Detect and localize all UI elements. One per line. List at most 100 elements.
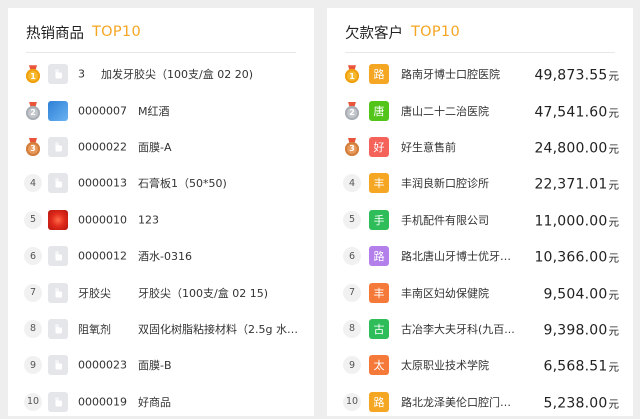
rank-medal-icon: 2 xyxy=(24,101,42,120)
debt-amount-value: 47,541.60 xyxy=(534,104,608,121)
rank-number: 2 xyxy=(345,105,359,120)
customer-row[interactable]: 8 古古冶李大夫牙科(九百... 9,398.00元 xyxy=(327,311,633,347)
customer-row[interactable]: 2 唐唐山二十二治医院 47,541.60元 xyxy=(327,92,633,128)
customer-avatar-badge: 好 xyxy=(369,136,389,157)
customer-avatar-badge: 丰 xyxy=(369,173,389,194)
currency-unit: 元 xyxy=(608,325,620,338)
customer-name: 路北龙泽美伦口腔门诊... xyxy=(401,395,519,409)
rank-number: 9 xyxy=(343,356,361,375)
product-code: 0000013 xyxy=(78,176,127,190)
customer-avatar-badge: 唐 xyxy=(369,100,389,121)
debt-amount: 49,873.55元 xyxy=(534,65,619,84)
debt-amount: 6,568.51元 xyxy=(544,356,619,375)
customer-avatar-badge: 太 xyxy=(369,355,389,376)
hot-products-panel: 热销商品 TOP10 1 3 加发牙胶尖（100支/盒 02 20) 2 0000007… xyxy=(8,8,314,416)
rank-number: 1 xyxy=(345,69,359,84)
product-code: 3 xyxy=(78,67,85,81)
currency-unit: 元 xyxy=(608,289,620,302)
product-placeholder-icon xyxy=(48,136,68,157)
product-row[interactable]: 2 0000007 M红酒 xyxy=(8,92,314,128)
debt-amount-value: 11,000.00 xyxy=(534,213,608,230)
rank-medal-icon: 2 xyxy=(343,101,361,120)
hot-products-list: 1 3 加发牙胶尖（100支/盒 02 20) 2 0000007 M红酒 3 0000022… xyxy=(8,56,314,419)
rank-number: 7 xyxy=(24,283,42,302)
customer-name: 路北唐山牙博士优牙口... xyxy=(401,250,519,264)
product-row[interactable]: 10 0000019 好商品 xyxy=(8,384,314,419)
product-row[interactable]: 8 阻氧剂 双固化树脂粘接材料（2.5g 水溶性... xyxy=(8,311,314,347)
product-row[interactable]: 4 0000013 石膏板1（50*50) xyxy=(8,165,314,201)
product-name: 酒水-0316 xyxy=(138,250,192,264)
product-code: 0000007 xyxy=(78,104,127,118)
wine-bottle-thumbnail xyxy=(48,100,68,121)
currency-unit: 元 xyxy=(608,216,620,229)
rank-number: 3 xyxy=(26,141,40,156)
rank-medal-icon: 1 xyxy=(343,65,361,84)
product-name: 123 xyxy=(138,213,159,227)
customer-row[interactable]: 1 路路南牙博士口腔医院 49,873.55元 xyxy=(327,56,633,92)
medal-gold-icon: 1 xyxy=(345,65,359,84)
product-row[interactable]: 3 0000022 面膜-A xyxy=(8,129,314,165)
customer-row[interactable]: 10 路路北龙泽美伦口腔门诊... 5,238.00元 xyxy=(327,384,633,419)
debt-customers-divider xyxy=(345,52,615,53)
medal-silver-icon: 2 xyxy=(26,101,40,120)
customer-row[interactable]: 3 好好生意售前 24,800.00元 xyxy=(327,129,633,165)
product-name: 好商品 xyxy=(138,395,171,409)
product-name: 双固化树脂粘接材料（2.5g 水溶性... xyxy=(138,322,306,336)
rank-number: 5 xyxy=(343,210,361,229)
rank-medal-icon: 3 xyxy=(24,137,42,156)
customer-row[interactable]: 6 路路北唐山牙博士优牙口... 10,366.00元 xyxy=(327,238,633,274)
red-flower-thumbnail xyxy=(48,209,68,230)
customer-row[interactable]: 5 手手机配件有限公司 11,000.00元 xyxy=(327,202,633,238)
product-name: 加发牙胶尖（100支/盒 02 20) xyxy=(101,68,253,82)
product-row[interactable]: 9 0000023 面膜-B xyxy=(8,347,314,383)
customer-name: 手机配件有限公司 xyxy=(401,213,489,227)
product-code: 0000012 xyxy=(78,249,127,263)
rank-medal-icon: 1 xyxy=(24,65,42,84)
customer-row[interactable]: 7 丰丰南区妇幼保健院 9,504.00元 xyxy=(327,274,633,310)
customer-avatar-badge: 古 xyxy=(369,318,389,339)
customer-name: 丰润良新口腔诊所 xyxy=(401,177,489,191)
debt-amount: 9,504.00元 xyxy=(544,283,619,302)
product-code: 0000022 xyxy=(78,140,127,154)
product-row[interactable]: 5 0000010 123 xyxy=(8,202,314,238)
medal-silver-icon: 2 xyxy=(345,101,359,120)
product-placeholder-icon xyxy=(48,64,68,85)
product-placeholder-icon xyxy=(48,318,68,339)
hot-products-header: 热销商品 TOP10 xyxy=(26,20,141,44)
product-name: 面膜-A xyxy=(138,140,172,154)
debt-customers-list: 1 路路南牙博士口腔医院 49,873.55元 2 唐唐山二十二治医院 47,541.60… xyxy=(327,56,633,419)
product-placeholder-icon xyxy=(48,173,68,194)
customer-name: 唐山二十二治医院 xyxy=(401,104,489,118)
customer-avatar-badge: 路 xyxy=(369,246,389,267)
product-name: 牙胶尖（100支/盒 02 15) xyxy=(138,286,268,300)
debt-customers-panel: 欠款客户 TOP10 1 路路南牙博士口腔医院 49,873.55元 2 唐唐山二十二治… xyxy=(327,8,633,416)
debt-amount-value: 5,238.00 xyxy=(543,395,608,412)
customer-name: 好生意售前 xyxy=(401,140,456,154)
product-code: 0000010 xyxy=(78,213,127,227)
rank-number: 6 xyxy=(343,247,361,266)
currency-unit: 元 xyxy=(608,361,620,374)
product-code: 0000019 xyxy=(78,395,127,409)
debt-amount: 5,238.00元 xyxy=(544,392,619,411)
debt-amount-value: 10,366.00 xyxy=(534,249,608,266)
customer-row[interactable]: 9 太太原职业技术学院 6,568.51元 xyxy=(327,347,633,383)
medal-bronze-icon: 3 xyxy=(26,137,40,156)
debt-amount: 9,398.00元 xyxy=(544,319,619,338)
debt-customers-header: 欠款客户 TOP10 xyxy=(345,20,460,44)
customer-name: 丰南区妇幼保健院 xyxy=(401,286,489,300)
customer-name: 古冶李大夫牙科(九百... xyxy=(401,322,515,336)
debt-customers-top10-label: TOP10 xyxy=(411,24,460,40)
hot-products-top10-label: TOP10 xyxy=(92,24,141,40)
customer-avatar-badge: 路 xyxy=(369,391,389,412)
product-placeholder-icon xyxy=(48,355,68,376)
rank-number: 8 xyxy=(24,319,42,338)
currency-unit: 元 xyxy=(608,252,620,265)
customer-row[interactable]: 4 丰丰润良新口腔诊所 22,371.01元 xyxy=(327,165,633,201)
product-row[interactable]: 1 3 加发牙胶尖（100支/盒 02 20) xyxy=(8,56,314,92)
currency-unit: 元 xyxy=(608,398,620,411)
debt-customers-title: 欠款客户 xyxy=(345,25,403,42)
product-placeholder-icon xyxy=(48,282,68,303)
currency-unit: 元 xyxy=(608,179,620,192)
product-row[interactable]: 7 牙胶尖 牙胶尖（100支/盒 02 15) xyxy=(8,274,314,310)
product-row[interactable]: 6 0000012 酒水-0316 xyxy=(8,238,314,274)
